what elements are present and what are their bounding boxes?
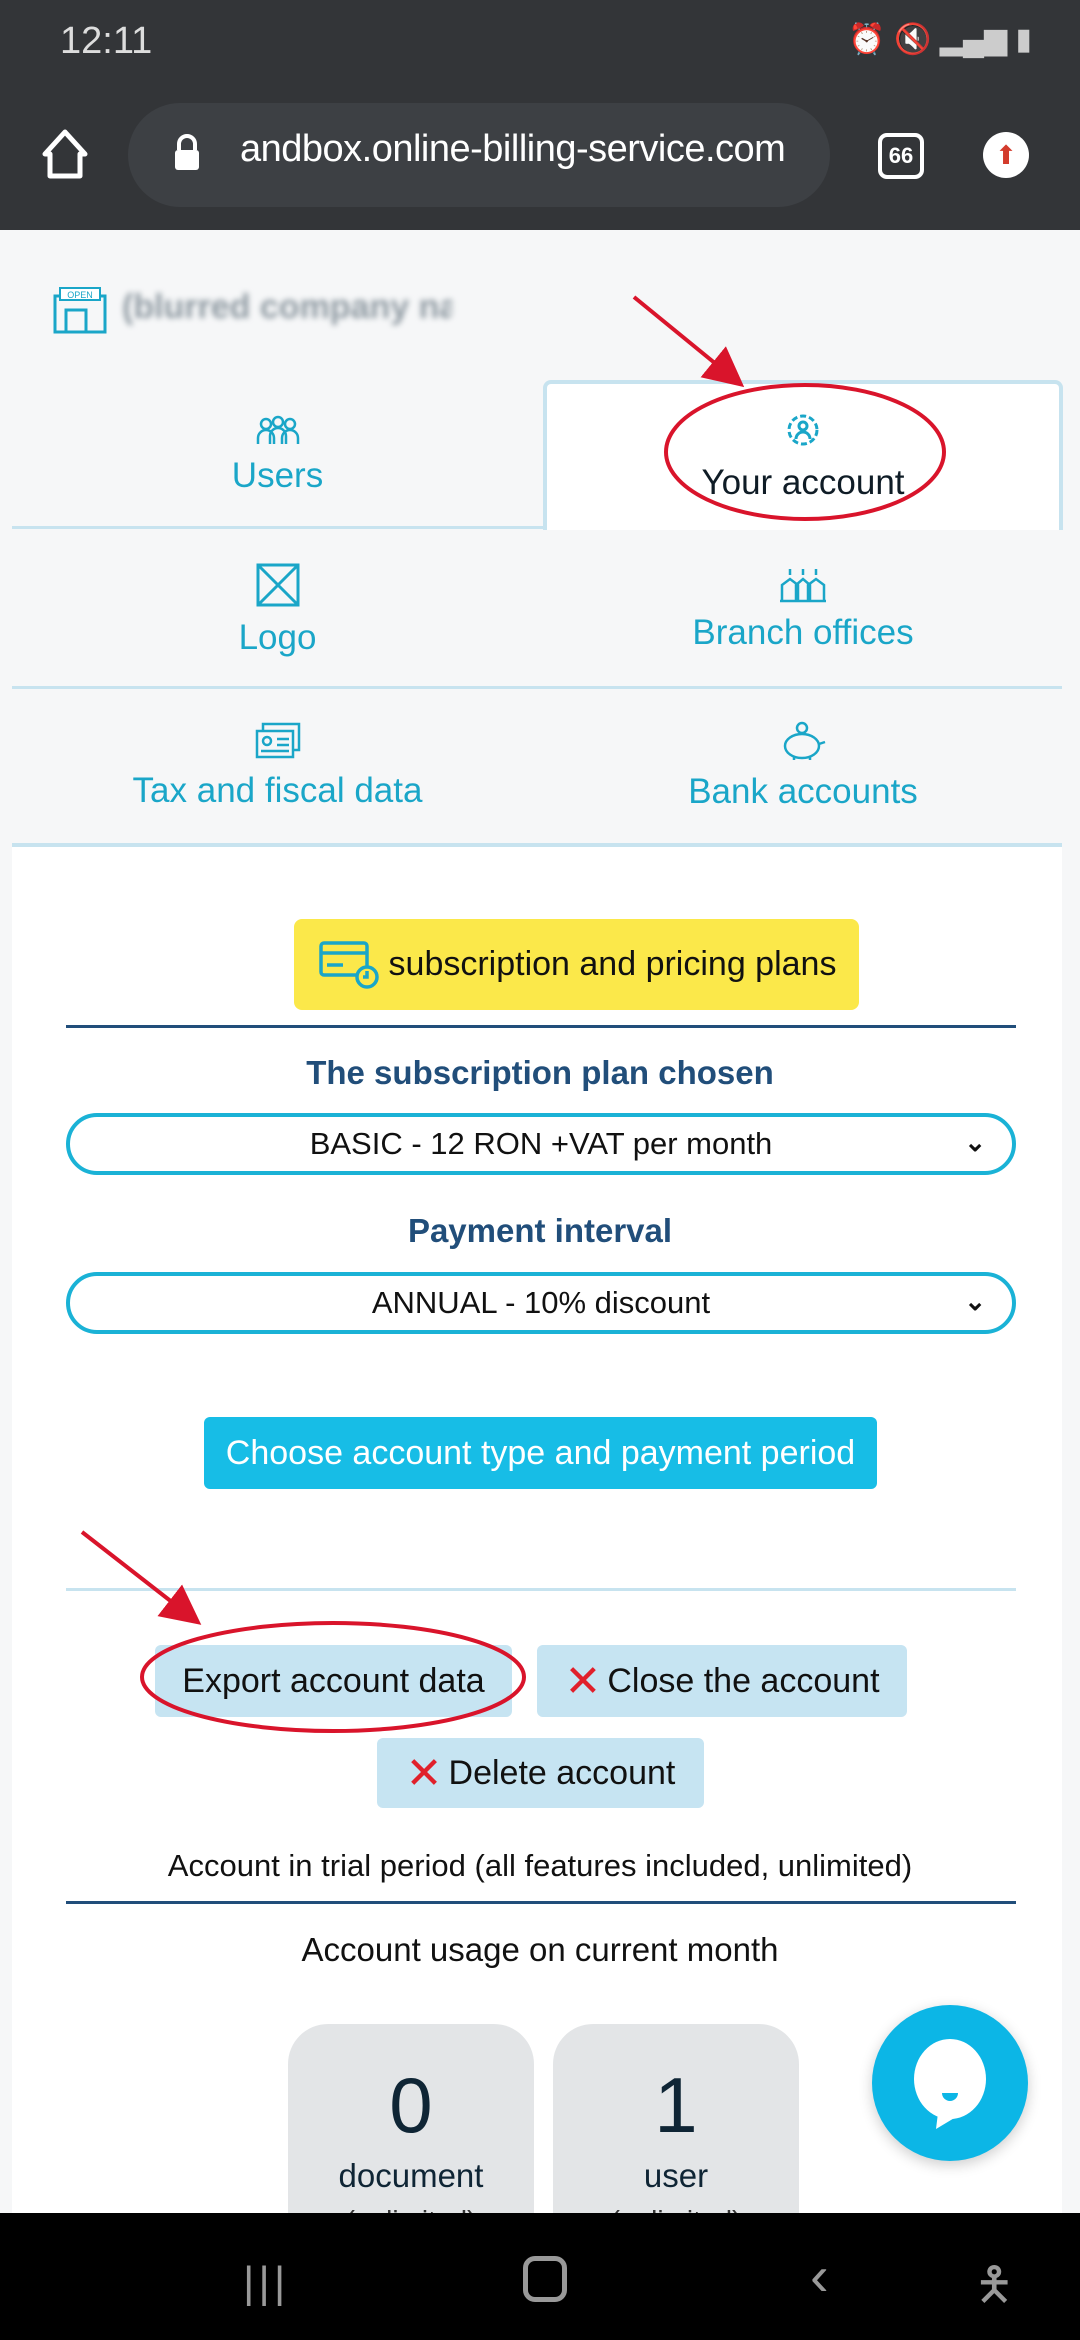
- home-button[interactable]: [523, 2256, 567, 2302]
- accessibility-icon[interactable]: 🯅: [974, 2251, 1014, 2329]
- circle-annotation: [140, 1621, 526, 1733]
- annotations: [80, 295, 946, 1733]
- circle-annotation: [664, 383, 946, 521]
- back-button[interactable]: ‹: [810, 2243, 829, 2308]
- arrow-annotation: [632, 295, 745, 388]
- system-nav-bar: ||| ‹ 🯅: [0, 2213, 1080, 2340]
- arrow-annotation: [80, 1530, 202, 1625]
- recents-button[interactable]: |||: [243, 2258, 289, 2308]
